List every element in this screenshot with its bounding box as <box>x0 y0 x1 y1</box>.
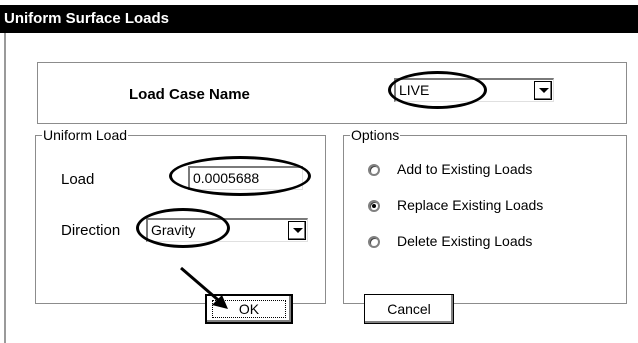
load-case-dropdown[interactable]: LIVE <box>394 78 554 102</box>
direction-dropdown[interactable]: Gravity <box>146 218 308 242</box>
uniform-load-group-title: Uniform Load <box>42 127 129 143</box>
load-value-text: 0.0005688 <box>193 170 260 186</box>
direction-label: Direction <box>61 222 121 239</box>
dialog-client-area: Load Case Name LIVE Uniform Load Load 0.… <box>4 33 636 343</box>
replace-existing-radio[interactable] <box>368 200 380 212</box>
add-to-existing-radio[interactable] <box>368 164 380 176</box>
delete-existing-label[interactable]: Delete Existing Loads <box>397 233 532 249</box>
replace-existing-label[interactable]: Replace Existing Loads <box>397 197 543 213</box>
load-case-label: Load Case Name <box>129 86 250 103</box>
add-to-existing-label[interactable]: Add to Existing Loads <box>397 161 532 177</box>
load-label: Load <box>61 171 95 188</box>
cancel-button[interactable]: Cancel <box>364 294 454 324</box>
window-titlebar[interactable]: Uniform Surface Loads <box>0 5 638 33</box>
arrow-pointer-icon <box>180 266 228 309</box>
delete-existing-radio[interactable] <box>368 236 380 248</box>
chevron-down-icon[interactable] <box>288 221 306 240</box>
load-value-input[interactable]: 0.0005688 <box>188 166 303 190</box>
uniform-surface-loads-dialog: Uniform Surface Loads Load Case Name LIV… <box>0 0 638 343</box>
window-title: Uniform Surface Loads <box>4 10 170 27</box>
load-case-panel: Load Case Name LIVE <box>37 62 627 124</box>
options-group-title: Options <box>350 127 401 143</box>
direction-value: Gravity <box>151 222 196 238</box>
cancel-button-label: Cancel <box>387 301 431 317</box>
options-group: Options Add to Existing Loads Replace Ex… <box>343 127 627 304</box>
chevron-down-icon[interactable] <box>534 81 552 100</box>
load-case-value: LIVE <box>399 82 430 98</box>
